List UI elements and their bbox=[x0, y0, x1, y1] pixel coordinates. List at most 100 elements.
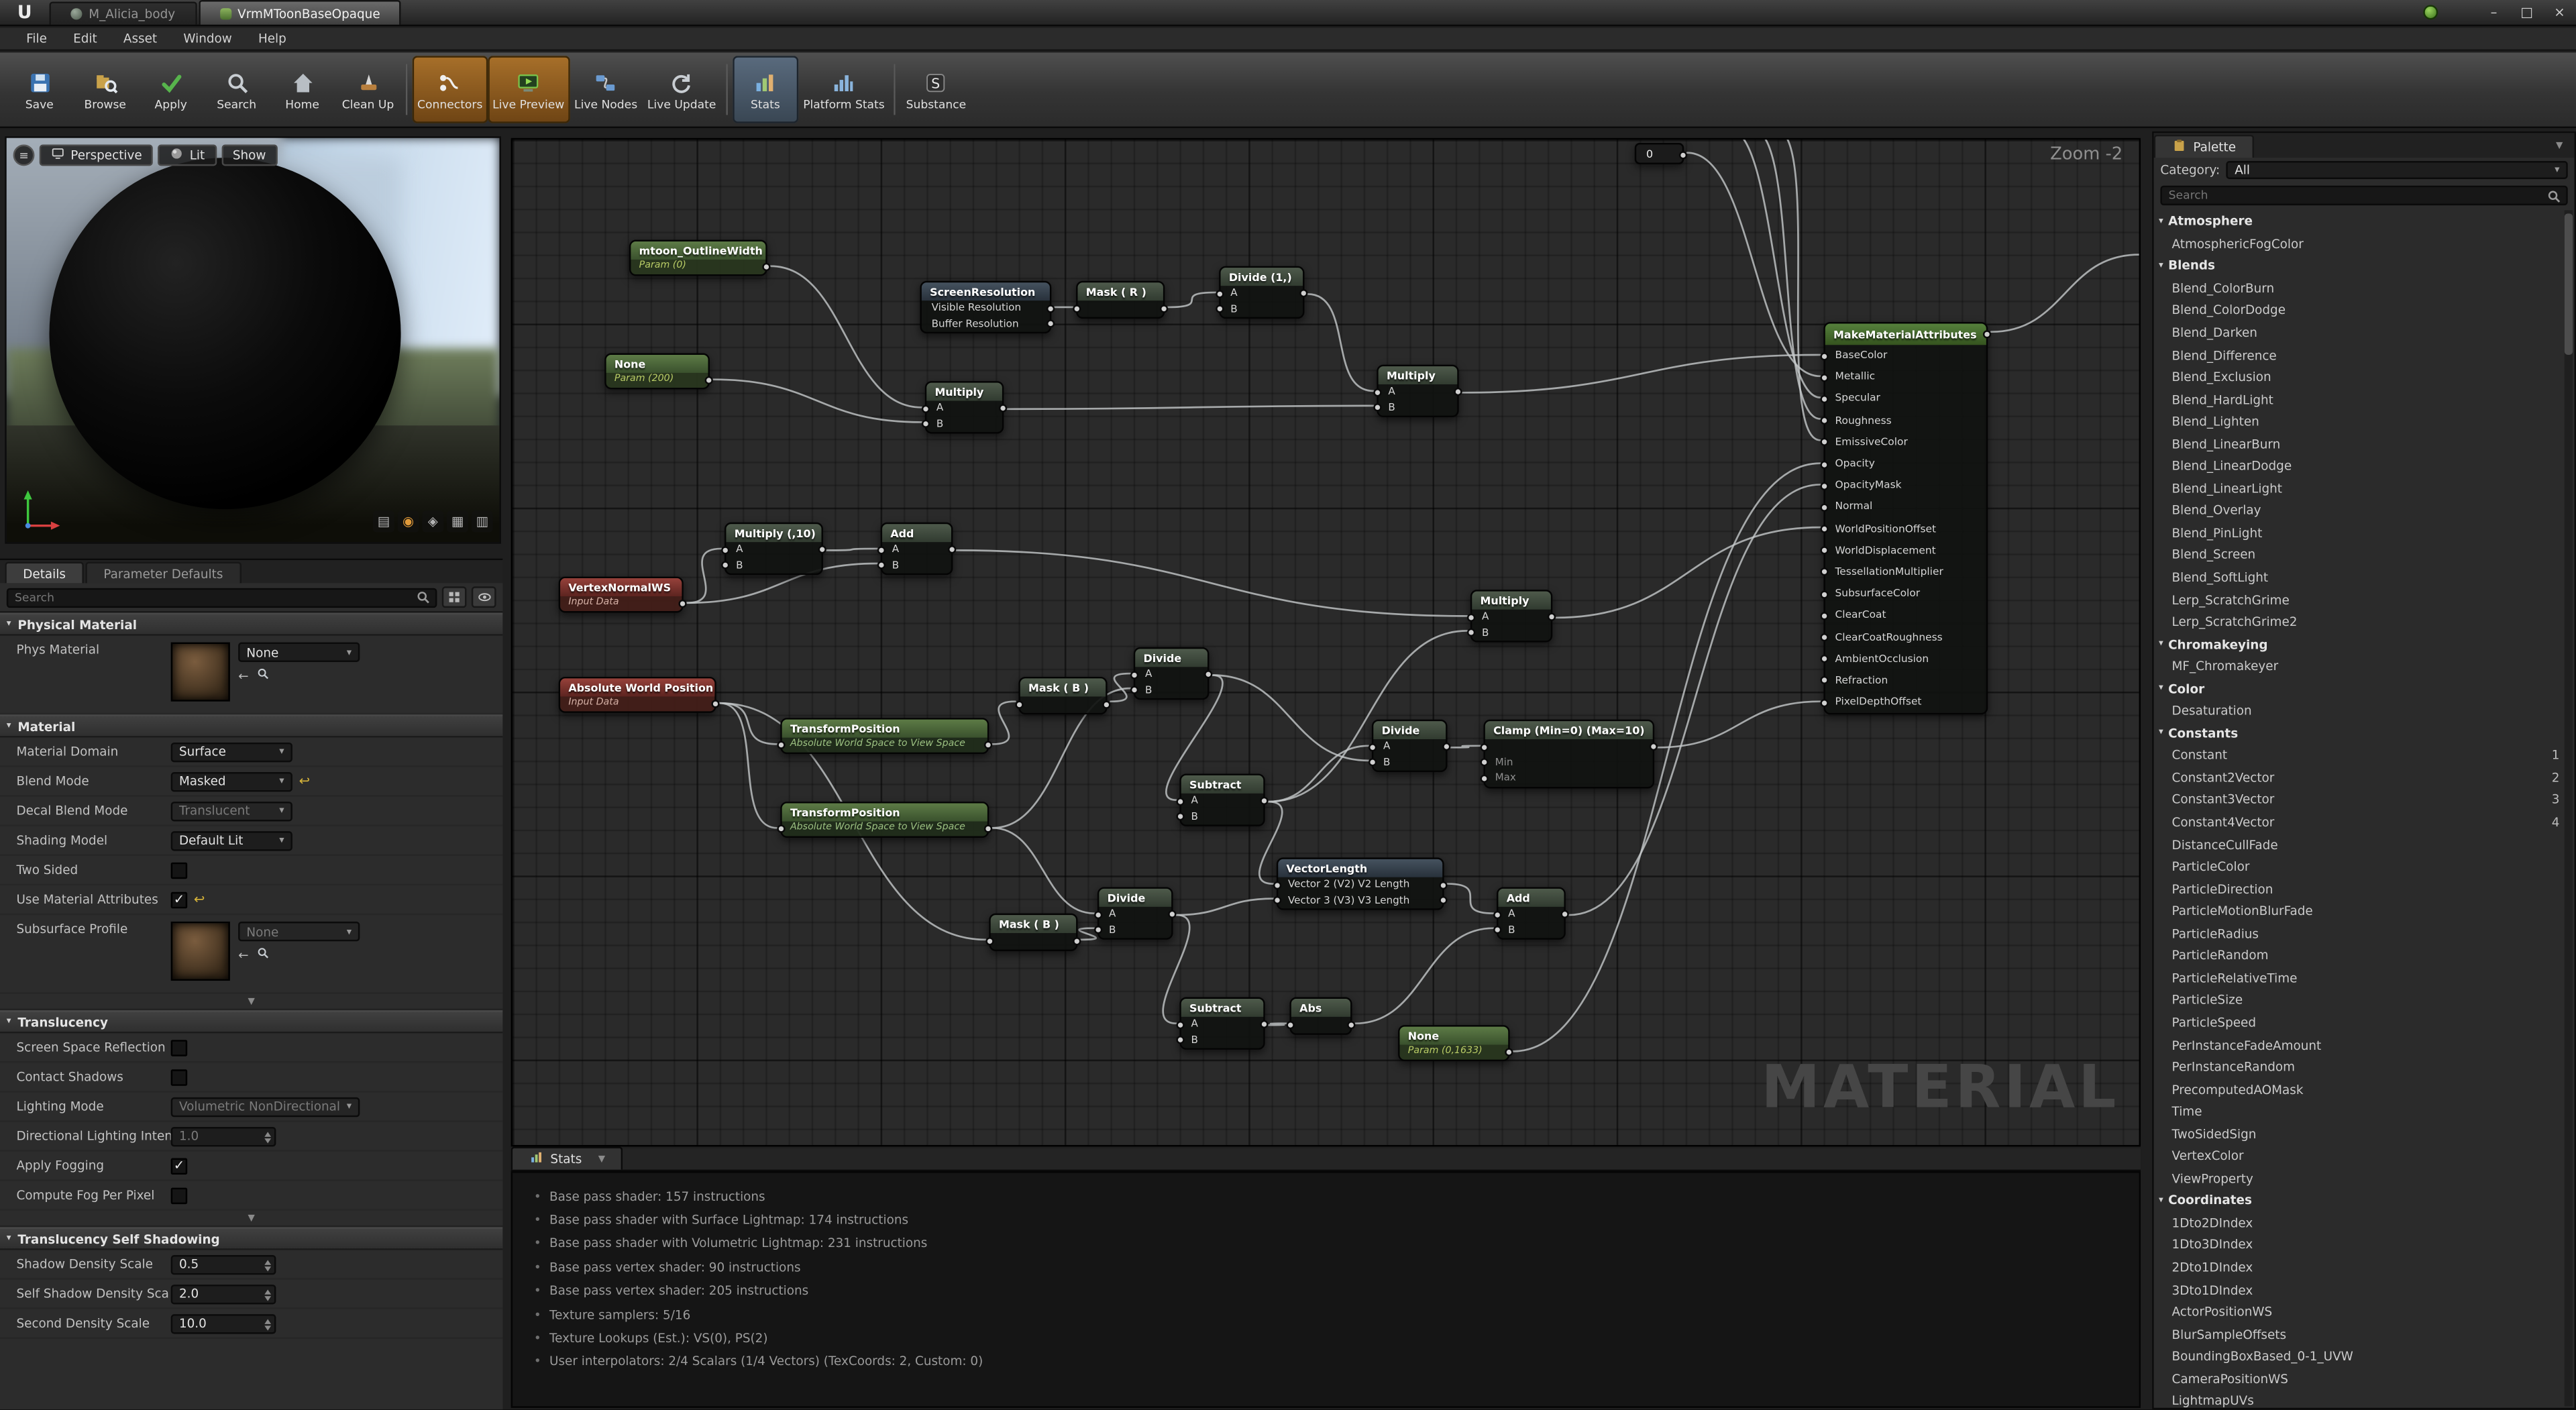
palette-item-1dto3dindex[interactable]: 1Dto3DIndex bbox=[2154, 1234, 2575, 1256]
input-pin[interactable] bbox=[1820, 677, 1828, 685]
viewport-options-icon[interactable]: ≡ bbox=[13, 145, 35, 166]
input-pin[interactable] bbox=[1820, 633, 1828, 641]
graph-node-param-none-01633[interactable]: NoneParam (0,1633) bbox=[1398, 1025, 1510, 1061]
output-pin[interactable] bbox=[1046, 320, 1055, 328]
input-pin[interactable] bbox=[1820, 374, 1828, 382]
graph-node-mtoon-outline-width[interactable]: mtoon_OutlineWidthParam (0) bbox=[629, 240, 767, 276]
output-pin[interactable] bbox=[1299, 289, 1307, 297]
graph-node-clamp[interactable]: Clamp (Min=0) (Max=10)MinMax bbox=[1483, 720, 1654, 788]
palette-item-vertexcolor[interactable]: VertexColor bbox=[2154, 1145, 2575, 1167]
checkbox[interactable] bbox=[171, 1039, 187, 1055]
input-pin[interactable] bbox=[1820, 482, 1828, 490]
substance-button[interactable]: SSubstance bbox=[901, 56, 971, 123]
input-pin[interactable] bbox=[1820, 438, 1828, 446]
palette-item-blend-lineardodge[interactable]: Blend_LinearDodge bbox=[2154, 455, 2575, 477]
material-preview-sphere[interactable] bbox=[49, 158, 400, 509]
grid-icon[interactable]: ▥ bbox=[472, 511, 493, 533]
input-pin[interactable] bbox=[1287, 1020, 1295, 1028]
input-pin[interactable] bbox=[1820, 525, 1828, 533]
palette-item-mf-chromakeyer[interactable]: MF_Chromakeyer bbox=[2154, 655, 2575, 677]
input-pin[interactable] bbox=[1273, 897, 1281, 905]
search-button[interactable]: Search bbox=[204, 56, 270, 123]
input-pin[interactable] bbox=[1481, 774, 1489, 782]
palette-item-lerp-scratchgrime2[interactable]: Lerp_ScratchGrime2 bbox=[2154, 611, 2575, 633]
graph-node-transform-position-2[interactable]: TransformPositionAbsolute World Space to… bbox=[780, 802, 989, 838]
palette-item-blend-screen[interactable]: Blend_Screen bbox=[2154, 544, 2575, 566]
graph-node-param-none-200[interactable]: NoneParam (200) bbox=[604, 354, 710, 390]
document-tab-m-alicia-body[interactable]: M_Alicia_body bbox=[49, 1, 196, 24]
graph-node-subtract-b[interactable]: SubtractAB bbox=[1179, 997, 1265, 1050]
preview-viewport[interactable]: ≡ PerspectiveLitShow ▤◉◈▦▥ bbox=[5, 136, 501, 543]
spinner-arrows-icon[interactable] bbox=[264, 1289, 271, 1300]
live-update-button[interactable]: Live Update bbox=[643, 56, 721, 123]
output-pin[interactable] bbox=[1442, 743, 1450, 751]
output-pin[interactable] bbox=[999, 404, 1007, 412]
dropdown[interactable]: Surface▾ bbox=[171, 742, 292, 761]
palette-item-blend-darken[interactable]: Blend_Darken bbox=[2154, 321, 2575, 343]
graph-node-screen-resolution[interactable]: ScreenResolutionVisible ResolutionBuffer… bbox=[920, 281, 1051, 333]
dropdown[interactable]: Volumetric NonDirectional▾ bbox=[171, 1097, 360, 1116]
live-preview-button[interactable]: Live Preview bbox=[488, 56, 570, 123]
palette-item-1dto2dindex[interactable]: 1Dto2DIndex bbox=[2154, 1211, 2575, 1234]
numeric-input[interactable]: 2.0 bbox=[171, 1284, 276, 1303]
output-pin[interactable] bbox=[1102, 700, 1110, 708]
live-nodes-button[interactable]: Live Nodes bbox=[570, 56, 643, 123]
apply-button[interactable]: Apply bbox=[138, 56, 204, 123]
graph-node-absolute-world-position[interactable]: Absolute World PositionInput Data bbox=[559, 677, 716, 713]
palette-group-atmosphere[interactable]: ▾Atmosphere bbox=[2154, 210, 2575, 232]
input-pin[interactable] bbox=[1481, 759, 1489, 767]
palette-item-blursampleoffsets[interactable]: BlurSampleOffsets bbox=[2154, 1323, 2575, 1345]
graph-node-multiply-10[interactable]: Multiply (,10)AB bbox=[724, 523, 823, 575]
input-pin[interactable] bbox=[922, 404, 930, 413]
palette-item-desaturation[interactable]: Desaturation bbox=[2154, 700, 2575, 722]
output-pin[interactable] bbox=[1983, 330, 1991, 338]
graph-node-divide-c[interactable]: DivideAB bbox=[1097, 887, 1173, 939]
menu-edit[interactable]: Edit bbox=[60, 28, 111, 50]
output-pin[interactable] bbox=[1204, 670, 1212, 678]
graph-node-divide-b[interactable]: DivideAB bbox=[1372, 720, 1448, 772]
input-pin[interactable] bbox=[985, 937, 994, 945]
home-button[interactable]: Home bbox=[270, 56, 335, 123]
platform-stats-button[interactable]: Platform Stats bbox=[798, 56, 890, 123]
output-pin[interactable] bbox=[1160, 305, 1168, 313]
checkbox[interactable] bbox=[171, 1069, 187, 1085]
input-pin[interactable] bbox=[1820, 698, 1828, 706]
maximize-button[interactable]: □ bbox=[2510, 0, 2543, 25]
category-dropdown[interactable]: All ▾ bbox=[2226, 161, 2568, 179]
graph-node-divide-a[interactable]: DivideAB bbox=[1134, 647, 1210, 700]
palette-item-constant2vector[interactable]: Constant2Vector2 bbox=[2154, 767, 2575, 789]
input-pin[interactable] bbox=[1373, 388, 1381, 396]
scrollbar-thumb[interactable] bbox=[2565, 213, 2573, 355]
tab-palette[interactable]: Palette bbox=[2154, 135, 2254, 158]
document-tab-vrmmtoonbaseopaque[interactable]: VrmMToonBaseOpaque bbox=[198, 0, 401, 25]
reset-to-default-icon[interactable]: ↩ bbox=[194, 892, 205, 907]
expand-advanced-button[interactable]: ▼ bbox=[0, 1211, 502, 1227]
input-pin[interactable] bbox=[1176, 797, 1184, 805]
property-matrix-icon[interactable] bbox=[442, 586, 467, 608]
spinner-arrows-icon[interactable] bbox=[264, 1259, 271, 1270]
input-pin[interactable] bbox=[1130, 686, 1138, 694]
palette-item-constant4vector[interactable]: Constant4Vector4 bbox=[2154, 811, 2575, 833]
palette-item-blend-colorburn[interactable]: Blend_ColorBurn bbox=[2154, 277, 2575, 299]
input-pin[interactable] bbox=[1493, 910, 1501, 918]
palette-item-blend-hardlight[interactable]: Blend_HardLight bbox=[2154, 388, 2575, 411]
palette-item-camerapositionws[interactable]: CameraPositionWS bbox=[2154, 1368, 2575, 1390]
palette-item-blend-linearlight[interactable]: Blend_LinearLight bbox=[2154, 478, 2575, 500]
stats-button[interactable]: Stats bbox=[733, 56, 798, 123]
dropdown[interactable]: Translucent▾ bbox=[171, 801, 292, 820]
graph-node-vertex-normal-ws[interactable]: VertexNormalWSInput Data bbox=[559, 577, 684, 613]
menu-asset[interactable]: Asset bbox=[110, 28, 170, 50]
output-pin[interactable] bbox=[1260, 797, 1268, 805]
palette-item-3dto1dindex[interactable]: 3Dto1DIndex bbox=[2154, 1279, 2575, 1301]
spinner-arrows-icon[interactable] bbox=[264, 1318, 271, 1330]
tab-parameter-defaults[interactable]: Parameter Defaults bbox=[85, 562, 241, 584]
input-pin[interactable] bbox=[1820, 395, 1828, 403]
menu-help[interactable]: Help bbox=[245, 28, 299, 50]
graph-node-divide-1[interactable]: Divide (1,)AB bbox=[1219, 266, 1304, 319]
graph-node-const-0[interactable]: 0 bbox=[1635, 143, 1684, 164]
output-pin[interactable] bbox=[1679, 150, 1687, 158]
output-pin[interactable] bbox=[1505, 1048, 1513, 1056]
input-pin[interactable] bbox=[1820, 460, 1828, 468]
input-pin[interactable] bbox=[1481, 743, 1489, 751]
output-pin[interactable] bbox=[678, 600, 686, 608]
